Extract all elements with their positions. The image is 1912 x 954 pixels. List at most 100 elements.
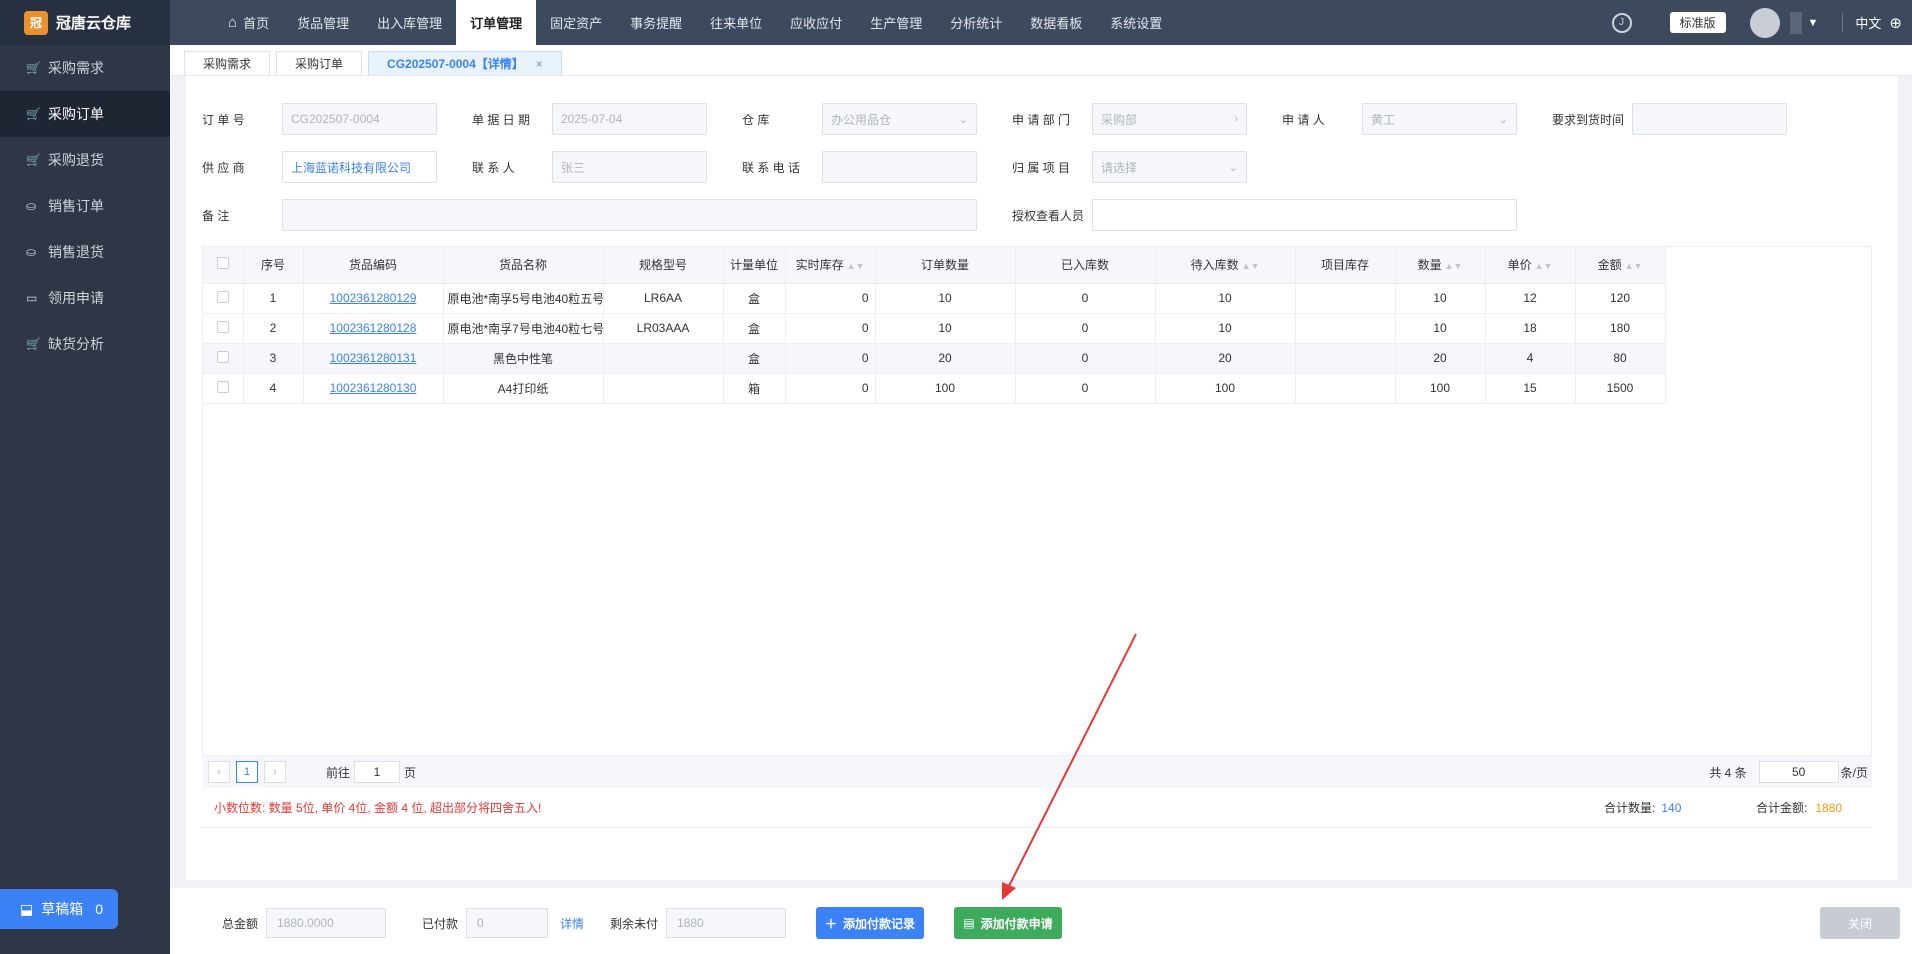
page-size-select[interactable]: 50 xyxy=(1758,761,1839,783)
viewers-input[interactable] xyxy=(1092,199,1517,231)
nav-dashboard[interactable]: 数据看板 xyxy=(1016,0,1096,45)
supplier-input[interactable]: 上海蓝诺科技有限公司 xyxy=(282,151,437,183)
sidebar-item-purchase-order[interactable]: 🛒 采购订单 xyxy=(0,91,170,137)
row-select[interactable] xyxy=(203,373,244,404)
phone-input[interactable] xyxy=(822,151,977,183)
nav-assets[interactable]: 固定资产 xyxy=(536,0,616,45)
dept-select[interactable]: 采购部 › xyxy=(1092,103,1247,135)
contact-input[interactable]: 张三 xyxy=(552,151,707,183)
sidebar-item-sales-return[interactable]: ⛀ 销售退货 xyxy=(0,229,170,275)
sort-icon[interactable]: ▲▼ xyxy=(1445,261,1463,271)
page-jump-input[interactable]: 1 xyxy=(354,761,401,783)
tab-order-detail[interactable]: CG202507-0004【详情】 × xyxy=(368,51,562,75)
arrival-time-input[interactable] xyxy=(1632,103,1787,135)
nav-orders[interactable]: 订单管理 xyxy=(456,0,537,45)
app-logo[interactable]: 冠 冠唐云仓库 xyxy=(0,0,170,45)
table-row[interactable]: 3 1002361280131 黑色中性笔 盒 0 20 0 20 20 4 8… xyxy=(203,343,1666,374)
cell: 0 xyxy=(1015,283,1156,314)
col-header-sortable[interactable]: 数量 ▲▼ xyxy=(1395,247,1486,284)
cell: 100 xyxy=(1395,373,1486,404)
total-quantity: 合计数量: 140 xyxy=(1604,799,1681,816)
chevron-left-icon[interactable]: ‹ xyxy=(208,761,230,783)
tab-purchase-demand[interactable]: 采购需求 xyxy=(184,51,271,75)
field-label: 申 请 人 xyxy=(1282,112,1325,127)
applicant-select[interactable]: 黄工 ⌄ xyxy=(1362,103,1517,135)
sort-icon[interactable]: ▲▼ xyxy=(847,261,865,271)
field-label: 授权查看人员 xyxy=(1012,208,1085,223)
col-header-sortable[interactable]: 金额 ▲▼ xyxy=(1575,247,1666,284)
col-header: 项目库存 xyxy=(1295,247,1396,284)
page-number[interactable]: 1 xyxy=(236,761,258,783)
sidebar-item-sales-order[interactable]: ⛀ 销售订单 xyxy=(0,183,170,229)
checkbox[interactable] xyxy=(216,380,229,393)
sidebar-item-shortage[interactable]: 🛒 缺货分析 xyxy=(0,321,170,367)
row-select[interactable] xyxy=(203,343,244,374)
language-switch[interactable]: 中文 xyxy=(1842,13,1881,32)
chevron-down-icon[interactable]: ▼ xyxy=(1808,17,1819,29)
select-all-header[interactable] xyxy=(203,247,244,284)
cell: LR6AA xyxy=(603,283,724,314)
goods-code-link[interactable]: 1002361280130 xyxy=(330,381,417,395)
nav-partners[interactable]: 往来单位 xyxy=(696,0,776,45)
nav-home[interactable]: ⌂ 首页 xyxy=(214,0,283,45)
sidebar-item-purchase-return[interactable]: 🛒 采购退货 xyxy=(0,137,170,183)
goods-code-link[interactable]: 1002361280129 xyxy=(330,291,417,305)
field-label: 联 系 人 xyxy=(472,160,515,175)
row-select[interactable] xyxy=(203,283,244,314)
add-payment-request-button[interactable]: ▤ 添加付款申请 xyxy=(954,907,1062,939)
project-select[interactable]: 请选择 ⌄ xyxy=(1092,151,1247,183)
goods-code-link[interactable]: 1002361280128 xyxy=(330,321,417,335)
order-no-input[interactable]: CG202507-0004 xyxy=(282,103,437,135)
row-select[interactable] xyxy=(203,313,244,344)
sidebar-item-label: 销售订单 xyxy=(48,198,104,214)
col-header-sortable[interactable]: 单价 ▲▼ xyxy=(1485,247,1576,284)
cell: 0 xyxy=(1015,313,1156,344)
checkbox[interactable] xyxy=(216,320,229,333)
goods-code-link[interactable]: 1002361280131 xyxy=(330,351,417,365)
warehouse-select[interactable]: 办公用品仓 ⌄ xyxy=(822,103,977,135)
close-icon[interactable]: × xyxy=(536,57,543,71)
cell xyxy=(1295,283,1396,314)
sort-icon[interactable]: ▲▼ xyxy=(1535,261,1553,271)
doc-date-input[interactable]: 2025-07-04 xyxy=(552,103,707,135)
checkbox[interactable] xyxy=(216,290,229,303)
top-nav: ⌂ 首页 货品管理 出入库管理 订单管理 固定资产 事务提醒 往来单位 应收应付 … xyxy=(170,0,1912,45)
footer-total-label: 总金额 xyxy=(222,916,259,931)
checkbox[interactable] xyxy=(216,350,229,363)
nav-reminders[interactable]: 事务提醒 xyxy=(616,0,696,45)
add-payment-record-button[interactable]: ＋ 添加付款记录 xyxy=(816,907,924,939)
sidebar: 冠 冠唐云仓库 🛒 采购需求 🛒 采购订单 🛒 采购退货 ⛀ 销售订单 ⛀ 销售退货 ▭ 领… xyxy=(0,0,170,954)
sort-icon[interactable]: ▲▼ xyxy=(1242,261,1260,271)
support-icon[interactable]: J xyxy=(1611,12,1632,33)
avatar[interactable] xyxy=(1749,7,1780,38)
draft-box-button[interactable]: ⬓ 草稿箱 0 xyxy=(0,889,118,929)
total-amount-input[interactable]: 1880.0000 xyxy=(266,908,387,938)
cell: 20 xyxy=(1395,343,1486,374)
field-value: 请选择 xyxy=(1101,160,1138,175)
unpaid-amount-input[interactable]: 1880 xyxy=(666,908,787,938)
field-label: 要求到货时间 xyxy=(1552,112,1625,127)
paid-amount-input[interactable]: 0 xyxy=(466,908,549,938)
nav-finance[interactable]: 应收应付 xyxy=(776,0,856,45)
nav-goods[interactable]: 货品管理 xyxy=(283,0,363,45)
checkbox[interactable] xyxy=(216,257,229,270)
col-header-sortable[interactable]: 实时库存 ▲▼ xyxy=(785,247,876,284)
payment-detail-link[interactable]: 详情 xyxy=(560,915,584,932)
tab-purchase-order[interactable]: 采购订单 xyxy=(276,51,363,75)
chevron-right-icon[interactable]: › xyxy=(264,761,286,783)
table-row[interactable]: 2 1002361280128 原电池*南孚7号电池40粒七号 LR03AAA … xyxy=(203,313,1666,344)
footer-unpaid-label: 剩余未付 xyxy=(610,916,659,931)
nav-analytics[interactable]: 分析统计 xyxy=(936,0,1016,45)
sort-icon[interactable]: ▲▼ xyxy=(1625,261,1643,271)
sidebar-item-requisition[interactable]: ▭ 领用申请 xyxy=(0,275,170,321)
nav-stock-io[interactable]: 出入库管理 xyxy=(363,0,456,45)
col-header-sortable[interactable]: 待入库数 ▲▼ xyxy=(1155,247,1296,284)
table-row[interactable]: 4 1002361280130 A4打印纸 箱 0 100 0 100 100 … xyxy=(203,373,1666,404)
remark-input[interactable] xyxy=(282,199,977,231)
nav-settings[interactable]: 系统设置 xyxy=(1096,0,1176,45)
sidebar-item-purchase-demand[interactable]: 🛒 采购需求 xyxy=(0,45,170,91)
table-row[interactable]: 1 1002361280129 原电池*南孚5号电池40粒五号 LR6AA 盒 … xyxy=(203,283,1666,314)
nav-production[interactable]: 生产管理 xyxy=(856,0,936,45)
globe-icon[interactable]: ⊕ xyxy=(1889,14,1902,32)
close-button[interactable]: 关闭 xyxy=(1820,907,1900,939)
